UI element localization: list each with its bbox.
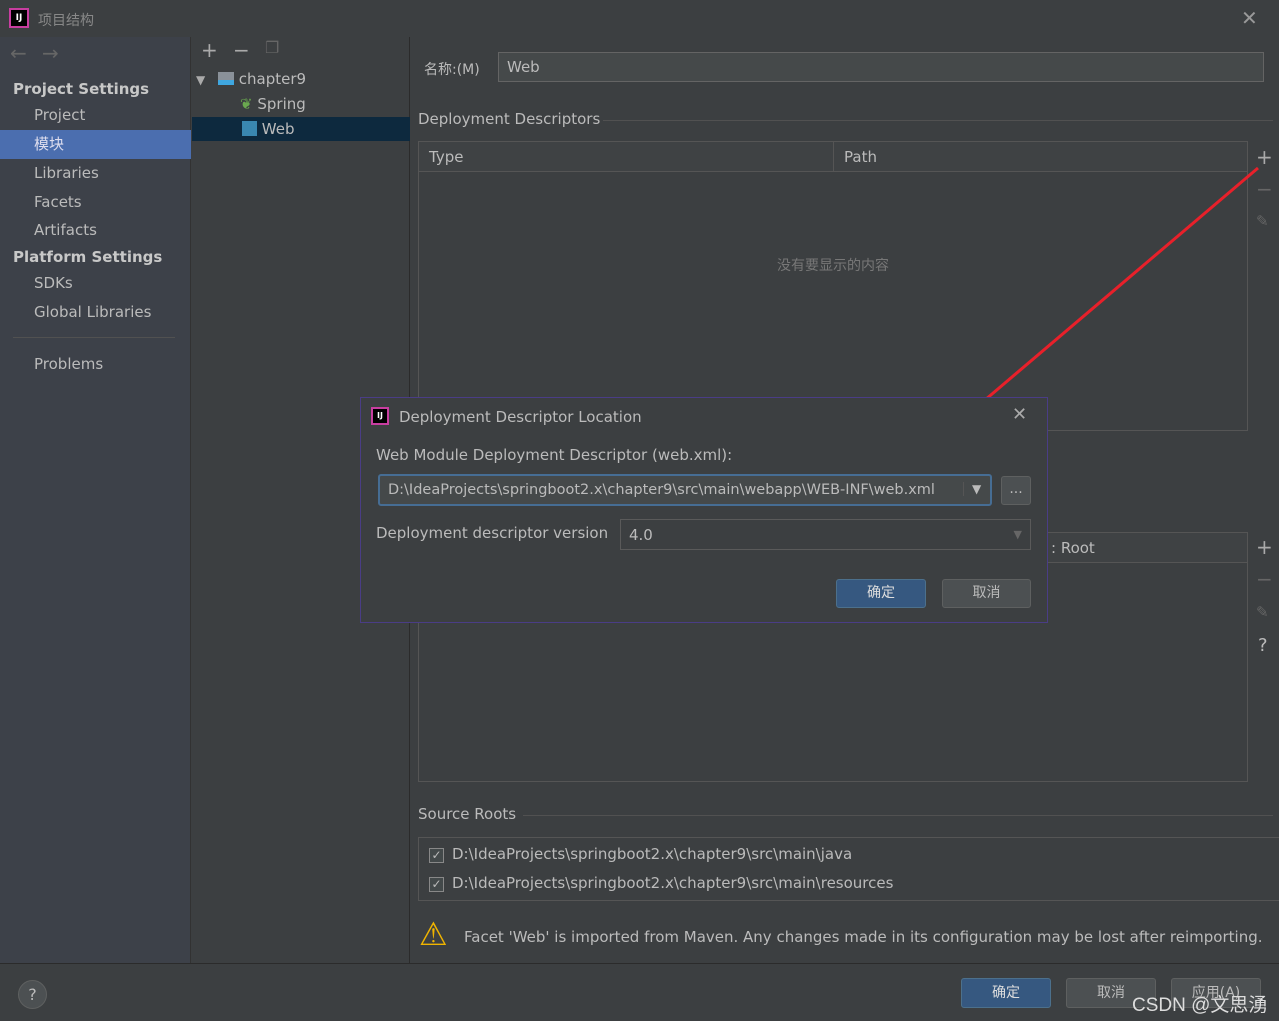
help-button[interactable]: ? [18, 980, 47, 1009]
path-combobox[interactable]: D:\IdeaProjects\springboot2.x\chapter9\s… [378, 474, 992, 506]
dialog-ok-button[interactable]: 确定 [836, 579, 926, 608]
dialog-title: Deployment Descriptor Location [399, 408, 642, 426]
version-label: Deployment descriptor version [376, 524, 609, 542]
intellij-logo-icon: IJ [371, 407, 389, 425]
browse-button[interactable]: ... [1001, 476, 1031, 505]
footer: ? 确定 取消 应用(A) CSDN @文思湧 [0, 963, 1279, 1021]
dropdown-arrow-icon[interactable]: ▼ [1014, 520, 1022, 550]
dialog-cancel-button[interactable]: 取消 [942, 579, 1031, 608]
ok-button[interactable]: 确定 [961, 978, 1051, 1008]
deployment-descriptor-dialog: IJ Deployment Descriptor Location ✕ Web … [360, 397, 1048, 623]
dialog-close-icon[interactable]: ✕ [1012, 404, 1027, 425]
path-label: Web Module Deployment Descriptor (web.xm… [376, 446, 733, 464]
version-select[interactable]: 4.0 ▼ [620, 519, 1031, 550]
dropdown-arrow-icon[interactable]: ▼ [963, 482, 981, 496]
watermark: CSDN @文思湧 [1132, 995, 1268, 1016]
